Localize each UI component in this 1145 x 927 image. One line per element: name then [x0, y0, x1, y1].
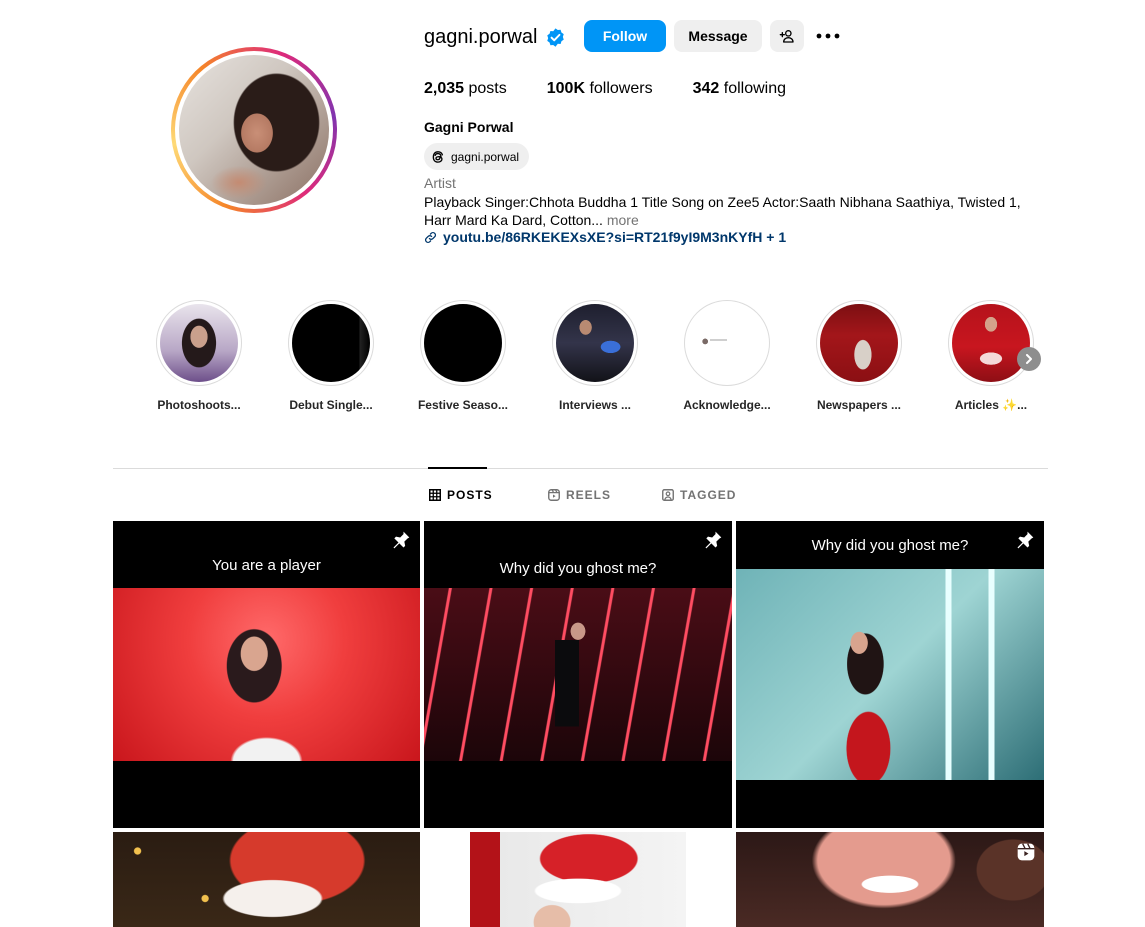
- profile-full-name: Gagni Porwal: [424, 119, 514, 135]
- highlight-cover-ring: [420, 300, 506, 386]
- tab-posts-label: POSTS: [447, 488, 493, 502]
- pinned-icon: [705, 531, 722, 549]
- profile-category: Artist: [424, 175, 456, 191]
- highlight-festive-season[interactable]: Festive Seaso...: [398, 300, 528, 412]
- tabs-divider: [113, 468, 1048, 469]
- external-link-text: youtu.be/86RKEKEXsXE?si=RT21f9yI9M3nKYfH…: [443, 229, 787, 245]
- pinned-icon: [393, 531, 410, 549]
- highlight-label: Newspapers ...: [816, 398, 902, 412]
- post-photo: [736, 832, 1044, 927]
- avatar-frame: [175, 51, 333, 209]
- highlight-cover: [160, 304, 238, 382]
- post-photo: [424, 588, 732, 761]
- posts-count: 2,035 posts: [424, 80, 507, 98]
- more-options-icon[interactable]: [813, 28, 843, 44]
- highlight-cover: [688, 304, 766, 382]
- following-count-value: 342: [692, 80, 720, 97]
- followers-count[interactable]: 100K followers: [547, 80, 653, 98]
- tab-tagged[interactable]: TAGGED: [662, 488, 736, 502]
- highlight-cover-ring: [684, 300, 770, 386]
- threads-icon: [432, 150, 444, 163]
- reels-icon: [548, 489, 560, 501]
- profile-external-link[interactable]: youtu.be/86RKEKEXsXE?si=RT21f9yI9M3nKYfH…: [424, 229, 786, 245]
- highlight-cover: [556, 304, 634, 382]
- reel-icon: [1017, 843, 1035, 861]
- post-caption: Why did you ghost me?: [811, 537, 969, 554]
- post-caption: You are a player: [212, 557, 321, 574]
- pinned-icon: [1017, 531, 1034, 549]
- avatar-photo: [179, 55, 329, 205]
- followers-count-value: 100K: [546, 80, 585, 97]
- highlights-next-button[interactable]: [1017, 347, 1041, 371]
- highlight-newspapers[interactable]: Newspapers ...: [794, 300, 924, 412]
- tab-posts[interactable]: POSTS: [429, 488, 493, 502]
- highlight-cover-ring: [948, 300, 1034, 386]
- highlight-cover: [820, 304, 898, 382]
- highlight-cover-ring: [156, 300, 242, 386]
- active-tab-indicator: [428, 467, 487, 469]
- highlight-interviews[interactable]: Interviews ...: [530, 300, 660, 412]
- tab-reels-label: REELS: [566, 488, 612, 502]
- highlight-acknowledgements[interactable]: Acknowledge...: [662, 300, 792, 412]
- highlight-photoshoots[interactable]: Photoshoots...: [134, 300, 264, 412]
- highlight-cover: [292, 304, 370, 382]
- post-tile[interactable]: [113, 832, 420, 927]
- threads-link[interactable]: gagni.porwal: [424, 143, 530, 170]
- bio-text: Playback Singer:Chhota Buddha 1 Title So…: [424, 194, 1021, 228]
- post-tile[interactable]: You are a player: [113, 521, 420, 828]
- highlight-cover: [424, 304, 502, 382]
- highlight-label: Photoshoots...: [157, 398, 241, 412]
- suggest-accounts-button[interactable]: [770, 20, 804, 52]
- tab-tagged-label: TAGGED: [680, 488, 737, 502]
- post-photo: [113, 832, 420, 927]
- highlight-label: Acknowledge...: [683, 398, 771, 412]
- post-tile[interactable]: [736, 832, 1044, 927]
- highlight-cover: [952, 304, 1030, 382]
- post-tile[interactable]: Why did you ghost me?: [736, 521, 1044, 828]
- profile-username: gagni.porwal: [424, 26, 538, 48]
- message-button[interactable]: Message: [674, 20, 762, 52]
- followers-count-label: followers: [589, 80, 653, 97]
- tab-reels[interactable]: REELS: [548, 488, 611, 502]
- following-count[interactable]: 342 following: [693, 80, 786, 98]
- highlight-cover-ring: [288, 300, 374, 386]
- post-photo: [113, 588, 420, 761]
- highlight-cover-ring: [816, 300, 902, 386]
- add-person-icon: [779, 30, 794, 43]
- tagged-icon: [662, 489, 674, 501]
- highlight-label: Festive Seaso...: [417, 398, 509, 412]
- chevron-right-icon: [1026, 354, 1032, 364]
- post-photo: [470, 832, 686, 927]
- link-icon: [425, 231, 436, 243]
- highlight-label: Interviews ...: [558, 398, 632, 412]
- bio-more-link[interactable]: more: [607, 212, 639, 228]
- following-count-label: following: [723, 80, 787, 97]
- post-photo: [736, 569, 1044, 780]
- verified-badge-icon: [547, 28, 564, 47]
- post-tile[interactable]: [424, 832, 732, 927]
- profile-stats: 2,035 posts 100K followers 342 following: [424, 80, 786, 98]
- follow-button[interactable]: Follow: [584, 20, 666, 52]
- profile-bio: Playback Singer:Chhota Buddha 1 Title So…: [424, 193, 1044, 229]
- post-tile[interactable]: Why did you ghost me?: [424, 521, 732, 828]
- highlight-debut-single[interactable]: Debut Single...: [266, 300, 396, 412]
- highlight-cover-ring: [552, 300, 638, 386]
- highlight-label: Articles ✨...: [954, 398, 1028, 412]
- highlight-label: Debut Single...: [289, 398, 373, 412]
- posts-count-label: posts: [468, 80, 507, 97]
- post-caption: Why did you ghost me?: [499, 560, 657, 577]
- threads-handle: gagni.porwal: [451, 149, 520, 164]
- profile-avatar[interactable]: [171, 47, 337, 213]
- posts-count-value: 2,035: [424, 80, 465, 97]
- grid-icon: [429, 489, 441, 501]
